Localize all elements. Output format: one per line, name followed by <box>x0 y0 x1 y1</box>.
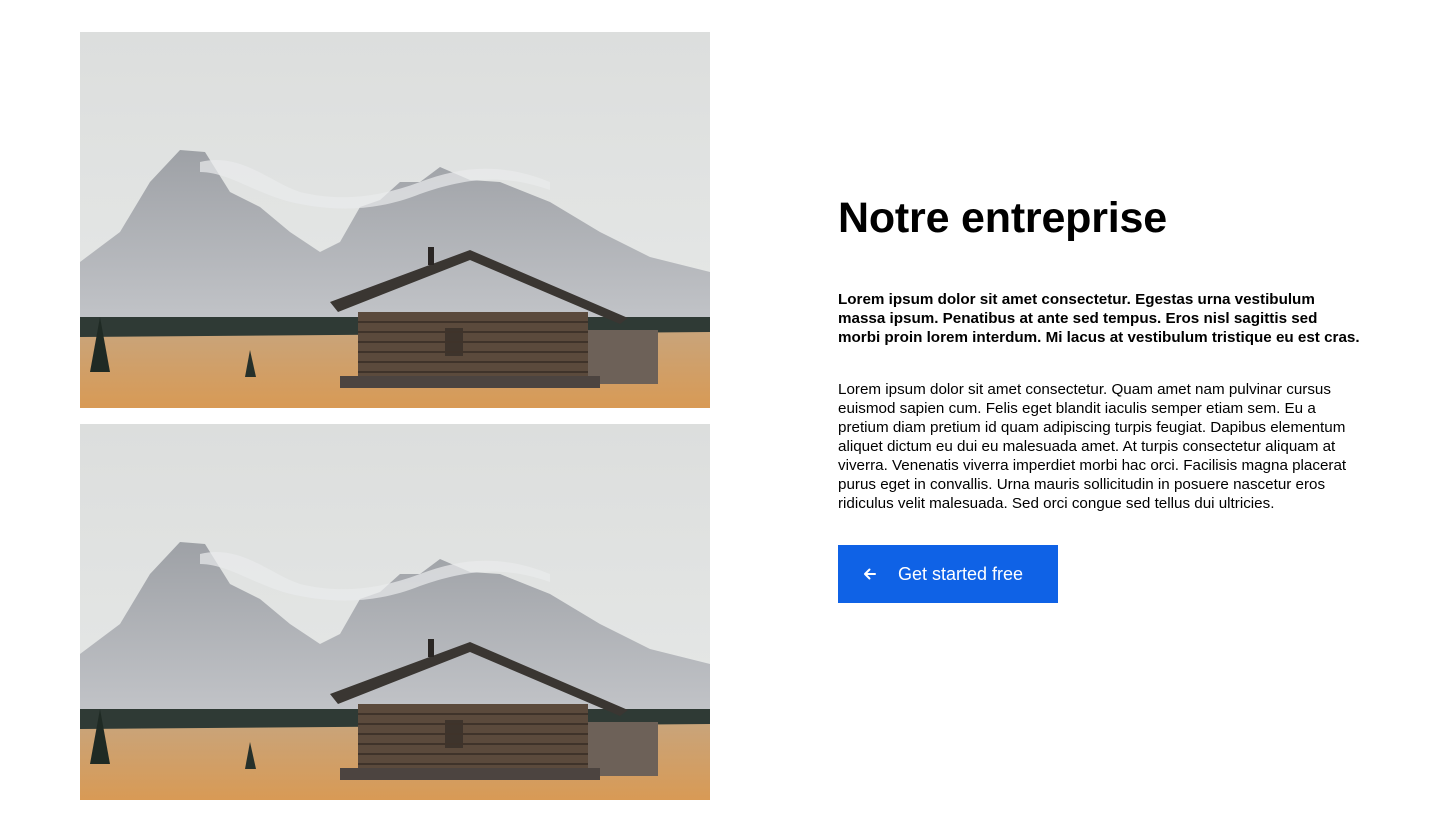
content-section: Notre entreprise Lorem ipsum dolor sit a… <box>838 192 1363 603</box>
cabin-photo-top <box>80 32 710 408</box>
lead-paragraph: Lorem ipsum dolor sit amet consectetur. … <box>838 291 1360 346</box>
get-started-label: Get started free <box>898 563 1024 584</box>
get-started-button[interactable]: Get started free <box>838 545 1058 603</box>
page: Notre entreprise Lorem ipsum dolor sit a… <box>0 0 1440 819</box>
image-column <box>80 32 710 800</box>
cabin-photo-bottom <box>80 424 710 800</box>
page-title: Notre entreprise <box>838 194 1167 242</box>
cabin-photo-top-graphic <box>80 32 710 408</box>
body-paragraph: Lorem ipsum dolor sit amet consectetur. … <box>838 381 1347 512</box>
cabin-photo-bottom-graphic <box>80 424 710 800</box>
arrow-left-icon <box>862 566 878 582</box>
